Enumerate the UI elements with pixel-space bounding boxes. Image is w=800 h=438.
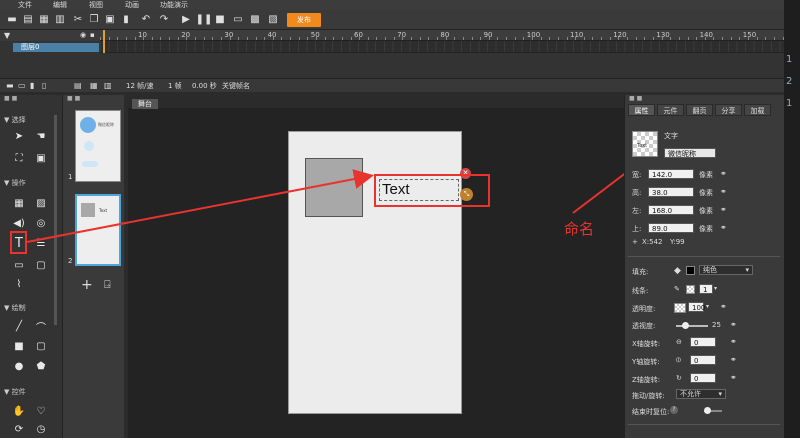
top-label: 上: bbox=[632, 225, 642, 233]
dropdown-icon[interactable]: ▾ bbox=[714, 285, 717, 292]
link-icon[interactable]: ⚭ bbox=[720, 187, 727, 196]
divider bbox=[628, 424, 780, 425]
opacity-input[interactable]: 100 bbox=[688, 302, 705, 312]
width-unit: 像素 bbox=[699, 171, 713, 179]
z-rotate-input[interactable]: 0 bbox=[690, 373, 716, 383]
width-label: 宽: bbox=[632, 171, 642, 179]
stroke-width-input[interactable]: 1 bbox=[699, 284, 713, 294]
link-icon[interactable]: ⚭ bbox=[720, 169, 727, 178]
link-icon[interactable]: ⚭ bbox=[720, 302, 727, 311]
y-rotate-label: Y轴旋转: bbox=[632, 358, 660, 366]
fill-color-swatch[interactable] bbox=[686, 266, 695, 275]
annotation-label: 命名 bbox=[564, 220, 595, 238]
width-input[interactable]: 142.0 bbox=[648, 169, 694, 179]
left-label: 左: bbox=[632, 207, 642, 215]
link-icon[interactable]: ⚭ bbox=[720, 205, 727, 214]
y-rotate-input[interactable]: 0 bbox=[690, 355, 716, 365]
plus-icon: + bbox=[632, 238, 638, 246]
properties-tabs: 属性 元件 翻页 分享 加载 bbox=[628, 104, 784, 116]
coord-x: X:542 bbox=[642, 238, 663, 246]
link-icon[interactable]: ⚭ bbox=[730, 337, 737, 346]
drag-rotate-label: 拖动/旋转: bbox=[632, 392, 665, 400]
element-type: 文字 bbox=[664, 132, 678, 140]
divider bbox=[628, 256, 780, 257]
reset-toggle-knob[interactable] bbox=[704, 407, 711, 414]
pen-icon[interactable]: ✎ bbox=[674, 285, 680, 293]
x-rotate-label: X轴旋转: bbox=[632, 340, 661, 348]
tab-properties[interactable]: 属性 bbox=[628, 104, 655, 116]
link-icon[interactable]: ⚭ bbox=[720, 223, 727, 232]
reset-label: 结束时复位: bbox=[632, 408, 670, 416]
opacity-swatch bbox=[674, 303, 686, 313]
tab-component[interactable]: 元件 bbox=[657, 104, 684, 116]
fill-label: 填充: bbox=[632, 268, 649, 276]
perspective-slider-knob[interactable] bbox=[682, 322, 689, 329]
left-input[interactable]: 168.0 bbox=[648, 205, 694, 215]
fill-mode-select[interactable]: 纯色 ▾ bbox=[699, 265, 753, 275]
help-icon[interactable]: ? bbox=[670, 406, 678, 414]
link-icon[interactable]: ⚭ bbox=[730, 320, 737, 329]
stroke-label: 线条: bbox=[632, 287, 649, 295]
element-thumbnail: Text bbox=[632, 131, 658, 157]
arrow-to-stage bbox=[26, 169, 374, 243]
panel-dots: ■ ■ bbox=[629, 95, 643, 102]
tab-load[interactable]: 加载 bbox=[744, 104, 771, 116]
top-input[interactable]: 89.0 bbox=[648, 223, 694, 233]
perspective-value: 25 bbox=[712, 321, 721, 329]
dropdown-icon[interactable]: ▾ bbox=[706, 303, 709, 310]
y-rotate-icon: ⦶ bbox=[676, 356, 682, 364]
left-unit: 像素 bbox=[699, 207, 713, 215]
paint-bucket-icon[interactable]: ◆ bbox=[674, 266, 681, 276]
top-unit: 像素 bbox=[699, 225, 713, 233]
name-input[interactable]: 微信昵称 bbox=[664, 148, 716, 158]
height-unit: 像素 bbox=[699, 189, 713, 197]
drag-rotate-select[interactable]: 不允许 ▾ bbox=[676, 389, 726, 399]
perspective-slider[interactable] bbox=[676, 325, 708, 327]
coord-y: Y:99 bbox=[670, 238, 685, 246]
z-rotate-icon: ↻ bbox=[676, 374, 682, 382]
stroke-color-swatch[interactable] bbox=[686, 285, 695, 294]
height-label: 高: bbox=[632, 189, 642, 197]
opacity-label: 透明度: bbox=[632, 305, 656, 313]
tab-page-turn[interactable]: 翻页 bbox=[686, 104, 713, 116]
x-rotate-icon: ⊖ bbox=[676, 338, 682, 346]
thumb-text: Text bbox=[637, 143, 648, 149]
link-icon[interactable]: ⚭ bbox=[730, 355, 737, 364]
x-rotate-input[interactable]: 0 bbox=[690, 337, 716, 347]
height-input[interactable]: 38.0 bbox=[648, 187, 694, 197]
perspective-label: 透视度: bbox=[632, 322, 656, 330]
z-rotate-label: Z轴旋转: bbox=[632, 376, 661, 384]
link-icon[interactable]: ⚭ bbox=[730, 373, 737, 382]
tab-share[interactable]: 分享 bbox=[715, 104, 742, 116]
